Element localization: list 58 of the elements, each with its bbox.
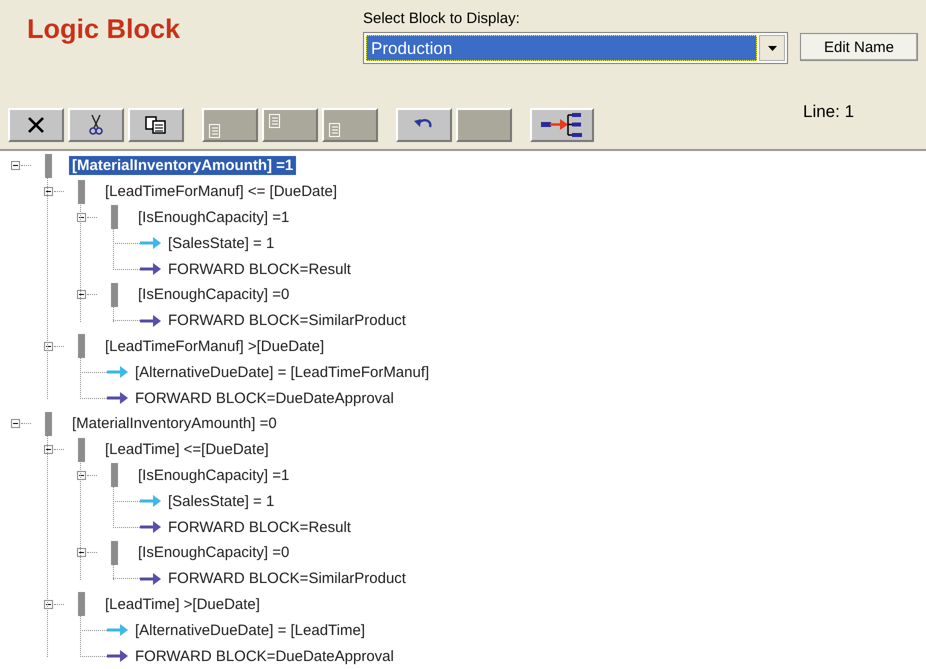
node-marker-icon <box>78 592 85 616</box>
condition-node[interactable]: [IsEnoughCapacity] =1 <box>135 466 292 485</box>
close-icon <box>26 115 46 135</box>
condition-node[interactable]: [IsEnoughCapacity] =1 <box>135 208 292 227</box>
condition-node[interactable]: [LeadTime] <=[DueDate] <box>102 440 272 460</box>
page-icon <box>209 124 221 138</box>
collapse-toggle[interactable] <box>43 598 54 610</box>
action-node[interactable]: FORWARD BLOCK=Result <box>168 260 351 278</box>
collapse-toggle[interactable] <box>76 289 87 300</box>
condition-node[interactable]: [LeadTimeForManuf] <= [DueDate] <box>102 182 340 202</box>
toolbar-button[interactable] <box>396 108 452 142</box>
condition-node[interactable]: [LeadTimeForManuf] >[DueDate] <box>102 336 328 356</box>
condition-node[interactable]: [IsEnoughCapacity] =0 <box>135 543 292 562</box>
collapse-toggle[interactable] <box>76 470 87 481</box>
node-marker-icon <box>78 334 85 358</box>
action-node[interactable]: [SalesState] = 1 <box>168 234 274 252</box>
condition-node[interactable]: [MaterialInventoryAmounth] =0 <box>69 414 280 434</box>
node-marker-icon <box>45 154 52 178</box>
action-node[interactable]: FORWARD BLOCK=DueDateApproval <box>135 648 394 665</box>
node-marker-icon <box>111 282 118 307</box>
dropdown-caret-icon <box>768 46 776 50</box>
page-icon <box>329 123 341 137</box>
node-marker-icon <box>111 540 118 565</box>
link-tree-icon <box>540 112 584 138</box>
scissors-icon <box>89 114 103 136</box>
page-icon <box>269 114 281 128</box>
node-marker-icon <box>78 438 85 462</box>
action-node[interactable]: [AlternativeDueDate] = [LeadTime] <box>135 622 365 639</box>
action-node[interactable]: FORWARD BLOCK=DueDateApproval <box>135 390 394 407</box>
collapse-toggle[interactable] <box>76 547 87 558</box>
action-node[interactable]: FORWARD BLOCK=SimilarProduct <box>168 570 406 588</box>
app-title: Logic Block <box>27 14 182 46</box>
copy-icon <box>145 116 167 134</box>
collapse-toggle[interactable] <box>43 186 54 198</box>
toolbar-button[interactable] <box>68 108 124 142</box>
collapse-toggle[interactable] <box>43 340 54 352</box>
node-marker-icon <box>45 412 52 436</box>
block-dropdown[interactable]: Production <box>363 32 788 64</box>
action-node[interactable]: FORWARD BLOCK=SimilarProduct <box>168 312 406 330</box>
line-indicator: Line: 1 <box>803 102 854 122</box>
collapse-toggle[interactable] <box>76 212 87 223</box>
condition-node[interactable]: [IsEnoughCapacity] =0 <box>135 285 292 304</box>
toolbar-button[interactable] <box>8 108 64 142</box>
toolbar-button[interactable] <box>128 108 184 142</box>
select-label: Select Block to Display: <box>363 10 521 27</box>
collapse-toggle[interactable] <box>10 160 21 172</box>
condition-node[interactable]: [LeadTime] >[DueDate] <box>102 594 263 614</box>
node-marker-icon <box>111 205 118 230</box>
node-marker-icon <box>78 180 85 204</box>
node-marker-icon <box>111 463 118 488</box>
edit-name-button[interactable]: Edit Name <box>800 33 918 61</box>
collapse-toggle[interactable] <box>10 418 21 430</box>
condition-node[interactable]: [MaterialInventoryAmounth] =1 <box>69 156 296 176</box>
action-node[interactable]: FORWARD BLOCK=Result <box>168 518 351 536</box>
toolbar-button[interactable] <box>530 108 594 142</box>
action-node[interactable]: [SalesState] = 1 <box>168 492 274 510</box>
action-node[interactable]: [AlternativeDueDate] = [LeadTimeForManuf] <box>135 364 430 381</box>
collapse-toggle[interactable] <box>43 444 54 456</box>
